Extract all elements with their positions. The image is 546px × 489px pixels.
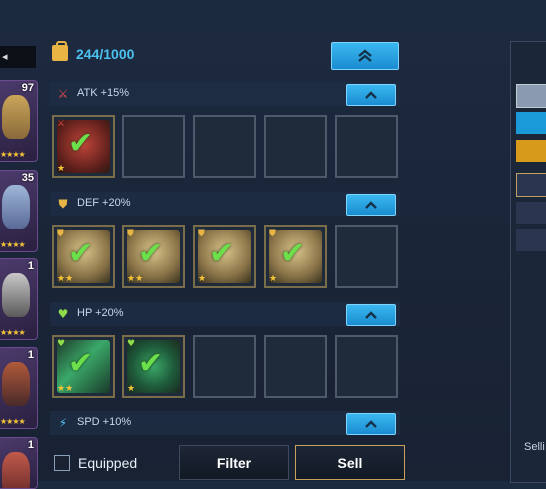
right-panel-option[interactable] [516, 202, 546, 224]
bag-icon [52, 41, 68, 61]
heart-icon: ♥ [57, 339, 66, 349]
section-label: ATK +15% [77, 87, 130, 99]
hero-level: 35 [21, 172, 34, 184]
hero-portrait [2, 362, 30, 406]
item-slot[interactable] [193, 115, 256, 178]
hero-level: 97 [21, 82, 34, 94]
section-label: SPD +10% [77, 416, 132, 428]
hero-portrait [2, 273, 30, 317]
hero-level: 1 [27, 349, 34, 361]
check-icon: ✔ [138, 236, 164, 271]
star-icon: ★ [269, 274, 278, 284]
hero-card[interactable]: 1 ★★★★ [0, 347, 38, 429]
item-slot[interactable]: ⛊ ✔ ★★ [122, 225, 185, 288]
item-slot[interactable]: ⛊ ✔ ★★ [52, 225, 115, 288]
chevron-up-icon [365, 201, 377, 209]
hero-portrait [2, 95, 30, 139]
hero-stars: ★★★★ [0, 240, 26, 249]
sword-icon: ⚔ [57, 119, 66, 129]
item-slot[interactable] [335, 225, 398, 288]
chevron-up-icon [365, 420, 377, 428]
hero-stars: ★★★★ [0, 150, 26, 159]
check-icon: ✔ [68, 346, 94, 381]
check-icon: ✔ [138, 346, 164, 381]
star-icon: ★ [198, 274, 207, 284]
right-panel-option[interactable] [516, 112, 546, 134]
star-icon: ★★ [57, 274, 74, 284]
item-slot[interactable] [193, 335, 256, 398]
section-label: DEF +20% [77, 197, 131, 209]
section-header-def: ⛊ DEF +20% [50, 192, 400, 216]
sword-icon: ⚔ [57, 87, 69, 101]
item-slot[interactable]: ⛊ ✔ ★ [193, 225, 256, 288]
collapse-section-button[interactable] [346, 84, 396, 106]
arrow-icon: ◂ [2, 50, 8, 63]
right-panel-option[interactable] [516, 84, 546, 108]
boot-icon: ⚡ [58, 416, 68, 430]
section-header-atk: ⚔ ATK +15% [50, 82, 400, 106]
section-label: HP +20% [77, 307, 124, 319]
star-icon: ★ [127, 384, 136, 394]
item-slot[interactable] [264, 115, 327, 178]
shield-icon: ⛊ [127, 229, 134, 239]
check-icon: ✔ [280, 236, 306, 271]
right-panel-option[interactable] [516, 229, 546, 251]
item-slot[interactable]: ♥ ✔ ★★ [52, 335, 115, 398]
filter-button[interactable]: Filter [179, 445, 289, 480]
star-icon: ★★ [127, 274, 144, 284]
shield-icon: ⛊ [269, 229, 276, 239]
star-icon: ★ [57, 164, 66, 174]
hero-stars: ★★★★ [0, 417, 26, 426]
check-icon: ✔ [209, 236, 235, 271]
hero-portrait [2, 452, 30, 488]
heart-icon: ♥ [127, 339, 136, 349]
section-header-spd: ⚡ SPD +10% [50, 411, 400, 435]
double-chevron-up-icon [358, 49, 372, 62]
item-slot[interactable] [264, 335, 327, 398]
hero-list-header: ◂ [0, 46, 36, 68]
shield-icon: ⛊ [198, 229, 205, 239]
check-icon: ✔ [68, 236, 94, 271]
right-panel-text: Selli [524, 441, 545, 453]
chevron-up-icon [365, 91, 377, 99]
item-slot[interactable] [335, 115, 398, 178]
hero-card[interactable]: 97 ★★★★ [0, 80, 38, 162]
check-icon: ✔ [68, 126, 94, 161]
hero-level: 1 [27, 260, 34, 272]
hero-portrait [2, 185, 30, 229]
right-panel-option[interactable] [516, 173, 546, 197]
collapse-all-button[interactable] [331, 42, 399, 70]
item-slot[interactable]: ⛊ ✔ ★ [264, 225, 327, 288]
equipped-checkbox[interactable] [54, 455, 70, 471]
hero-level: 1 [27, 439, 34, 451]
star-icon: ★★ [57, 384, 74, 394]
heart-icon: ♥ [57, 307, 69, 321]
shield-icon: ⛊ [57, 229, 64, 239]
hero-stars: ★★★★ [0, 328, 26, 337]
hero-card[interactable]: 1 ★★★★ [0, 258, 38, 340]
hero-card[interactable]: 35 ★★★★ [0, 170, 38, 252]
hero-card[interactable]: 1 [0, 437, 38, 489]
equipped-label: Equipped [78, 455, 138, 471]
chevron-up-icon [365, 311, 377, 319]
inventory-count: 244/1000 [76, 46, 135, 62]
collapse-section-button[interactable] [346, 304, 396, 326]
item-slot[interactable] [335, 335, 398, 398]
section-header-hp: ♥ HP +20% [50, 302, 400, 326]
collapse-section-button[interactable] [346, 194, 396, 216]
shield-icon: ⛊ [58, 197, 68, 211]
right-panel-option[interactable] [516, 140, 546, 162]
collapse-section-button[interactable] [346, 413, 396, 435]
sell-button[interactable]: Sell [295, 445, 405, 480]
item-slot[interactable]: ⚔ ✔ ★ [52, 115, 115, 178]
item-slot[interactable] [122, 115, 185, 178]
item-slot[interactable]: ♥ ✔ ★ [122, 335, 185, 398]
